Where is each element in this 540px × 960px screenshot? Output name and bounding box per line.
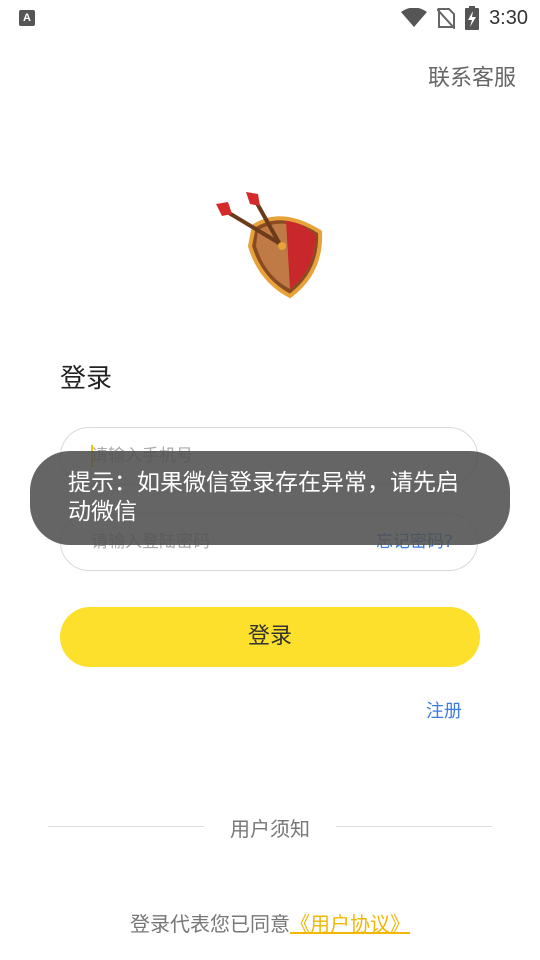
status-bar: A 3:30 <box>0 0 540 36</box>
status-time: 3:30 <box>489 6 528 29</box>
agreement-prefix: 登录代表您已同意 <box>130 912 290 936</box>
shield-with-arrows-logo <box>216 192 323 299</box>
wifi-icon <box>401 8 428 27</box>
register-link[interactable]: 注册 <box>426 697 462 723</box>
divider-left <box>48 826 204 827</box>
toast-message: 提示：如果微信登录存在异常，请先启动微信 <box>30 451 510 545</box>
status-icons: 3:30 <box>401 6 528 30</box>
no-sim-icon <box>437 8 456 29</box>
app-notification-icon: A <box>19 10 35 26</box>
user-agreement-link[interactable]: 《用户协议》 <box>290 912 410 936</box>
contact-support-link[interactable]: 联系客服 <box>428 60 516 92</box>
divider-right <box>336 826 492 827</box>
battery-charging-icon <box>465 6 480 30</box>
login-heading: 登录 <box>60 364 113 394</box>
user-notice-label: 用户须知 <box>230 817 310 841</box>
login-button[interactable]: 登录 <box>60 607 480 667</box>
agreement-text: 登录代表您已同意《用户协议》 <box>0 908 540 937</box>
